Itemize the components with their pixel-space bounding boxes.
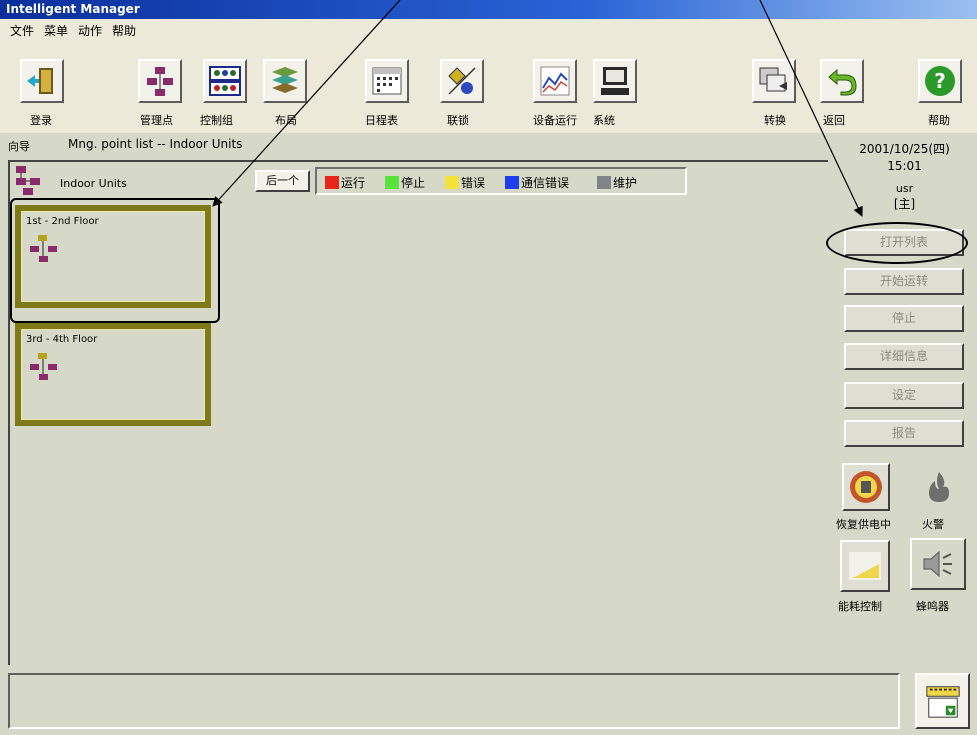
tree-node-label[interactable]: Indoor Units — [60, 177, 127, 190]
question-icon: ? — [925, 66, 955, 96]
title-bar: Intelligent Manager — [0, 0, 977, 19]
switch-windows-icon — [759, 67, 787, 92]
breadcrumb: 向导 Mng. point list -- Indoor Units — [0, 135, 830, 155]
energy-control-label: 能耗控制 — [838, 600, 882, 613]
window-title: Intelligent Manager — [6, 2, 140, 16]
keyboard-button[interactable] — [915, 673, 970, 729]
power-restore-button[interactable] — [842, 463, 890, 511]
door-icon — [27, 68, 53, 94]
interlock-label: 联锁 — [447, 114, 469, 127]
selection-highlight — [10, 198, 220, 323]
details-button[interactable]: 详细信息 — [844, 343, 964, 370]
fire-icon — [929, 472, 949, 502]
legend-swatch — [445, 176, 459, 189]
system-label: 系统 — [593, 114, 615, 127]
floor-group-tile[interactable]: 3rd - 4th Floor — [15, 323, 211, 426]
help-button[interactable]: ? — [918, 59, 962, 103]
legend-item-error: 错误 — [445, 174, 485, 191]
system-button[interactable] — [593, 59, 637, 103]
login-label: 登录 — [30, 114, 52, 127]
status-legend: 运行 停止 错误 通信错误 维护 — [315, 167, 687, 195]
menu-file[interactable]: 文件 — [10, 22, 34, 39]
trend-chart-icon — [540, 66, 570, 96]
legend-swatch — [325, 176, 339, 189]
role-display: [主] — [893, 197, 916, 211]
layout-label: 布局 — [275, 114, 297, 127]
date-display: 2001/10/25(四) — [859, 142, 950, 156]
equipment-run-button[interactable] — [533, 59, 577, 103]
computer-icon — [601, 67, 629, 95]
tree-network-icon — [30, 353, 57, 380]
wizard-label: 向导 — [8, 140, 30, 153]
settings-button[interactable]: 设定 — [844, 382, 964, 409]
tree-network-icon — [16, 166, 40, 195]
mgmt-point-label: 管理点 — [140, 114, 173, 127]
schedule-label: 日程表 — [365, 114, 398, 127]
legend-item-maintenance: 维护 — [597, 174, 637, 191]
menu-action[interactable]: 动作 — [78, 22, 102, 39]
fire-alarm-button[interactable] — [915, 463, 963, 511]
legend-swatch — [505, 176, 519, 189]
login-button[interactable] — [20, 59, 64, 103]
legend-item-comm-error: 通信错误 — [505, 174, 569, 191]
start-button[interactable]: 开始运转 — [844, 268, 964, 295]
schedule-button[interactable] — [365, 59, 409, 103]
svg-text:?: ? — [934, 69, 946, 93]
tree-network-icon — [147, 67, 173, 96]
fire-alarm-label: 火警 — [922, 518, 944, 531]
next-button[interactable]: 后一个 — [255, 170, 310, 192]
power-restore-icon — [850, 471, 882, 503]
keyboard-icon — [925, 686, 960, 718]
interlock-icon — [448, 67, 476, 95]
speaker-icon — [923, 550, 952, 578]
legend-item-running: 运行 — [325, 174, 365, 191]
menu-bar: 文件 菜单 动作 帮助 — [0, 19, 977, 41]
floor-group-label: 3rd - 4th Floor — [26, 334, 98, 345]
back-button[interactable] — [820, 59, 864, 103]
interlock-button[interactable] — [440, 59, 484, 103]
user-display: usr — [895, 182, 914, 195]
control-group-icon — [209, 66, 241, 96]
equipment-run-label: 设备运行 — [533, 114, 577, 127]
report-button[interactable]: 报告 — [844, 420, 964, 447]
switch-button[interactable] — [752, 59, 796, 103]
legend-item-stopped: 停止 — [385, 174, 425, 191]
calendar-icon — [372, 67, 402, 95]
open-list-highlight — [826, 222, 968, 264]
stop-button[interactable]: 停止 — [844, 305, 964, 332]
power-restore-label: 恢复供电中 — [836, 518, 891, 531]
help-label: 帮助 — [928, 114, 950, 127]
control-group-label: 控制组 — [200, 114, 233, 127]
legend-swatch — [385, 176, 399, 189]
buzzer-button[interactable] — [910, 538, 966, 590]
mgmt-point-button[interactable] — [138, 59, 182, 103]
layers-icon — [272, 67, 298, 93]
back-arrow-icon — [828, 68, 857, 96]
app-window: Intelligent Manager 文件 菜单 动作 帮助 ? 登录 管理点… — [0, 0, 977, 735]
menu-help[interactable]: 帮助 — [112, 22, 136, 39]
control-group-button[interactable] — [203, 59, 247, 103]
switch-label: 转换 — [764, 114, 786, 127]
buzzer-label: 蜂鸣器 — [916, 600, 949, 613]
time-display: 15:01 — [887, 159, 922, 173]
energy-gauge-icon — [849, 552, 881, 580]
energy-control-button[interactable] — [840, 540, 890, 592]
message-area — [8, 673, 900, 729]
legend-swatch — [597, 176, 611, 189]
layout-button[interactable] — [263, 59, 307, 103]
toolbar: ? 登录 管理点 控制组 布局 日程表 联锁 设备运行 系统 转换 返回 帮助 — [0, 41, 977, 133]
menu-menu[interactable]: 菜单 — [44, 22, 68, 39]
back-label: 返回 — [823, 114, 845, 127]
page-title: Mng. point list -- Indoor Units — [68, 137, 243, 151]
